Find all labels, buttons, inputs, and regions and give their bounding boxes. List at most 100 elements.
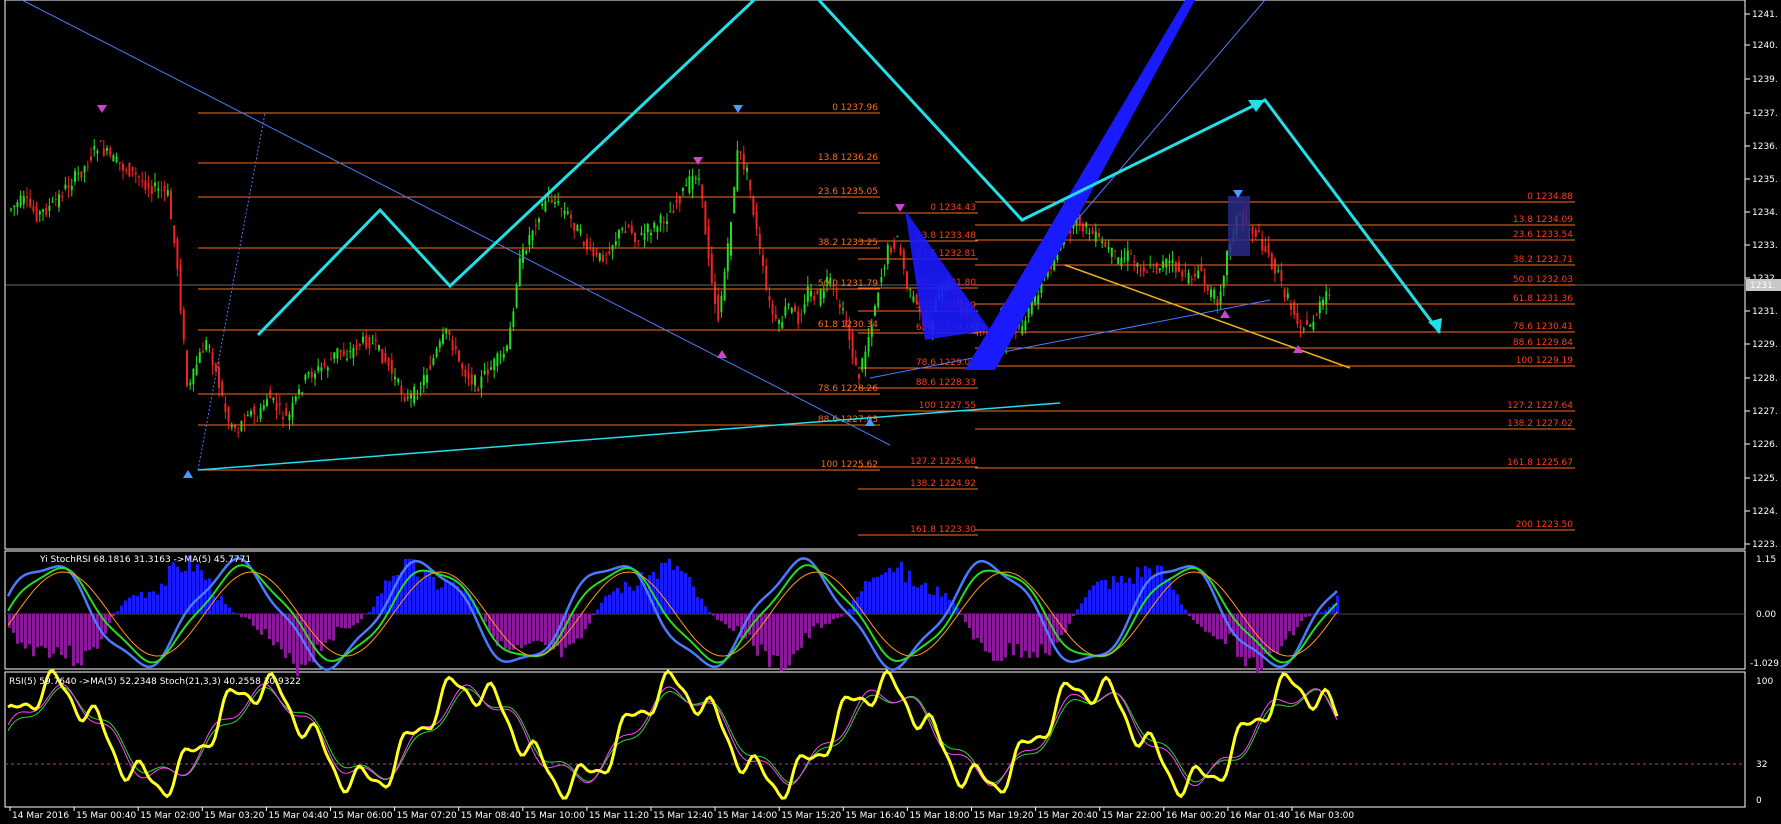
candle-body (387, 357, 390, 367)
stoch-histo-bar (268, 614, 271, 640)
time-tick-label: 15 Mar 10:00 (525, 811, 585, 821)
candle-body (1155, 262, 1158, 270)
candle-body (816, 290, 819, 295)
candle-body (608, 251, 611, 255)
stoch-histo-bar (156, 594, 159, 614)
candle-body (838, 304, 841, 308)
dotted-fib-anchor (197, 112, 266, 471)
stoch-histo-bar (192, 571, 195, 614)
candle-body (266, 399, 268, 407)
stoch-histo-bar (328, 614, 331, 640)
price-tick-label: 1223. (1752, 540, 1778, 550)
stoch-histo-bar (1016, 614, 1019, 644)
stoch-histo-bar (784, 614, 787, 669)
candle-body (1133, 260, 1136, 263)
blue-wedge-small (905, 210, 990, 340)
candle-body (883, 267, 886, 269)
candle-body (502, 354, 505, 358)
candle-body (509, 327, 512, 350)
stoch-histo-bar (1012, 614, 1015, 656)
stoch-histo-bar (1196, 614, 1199, 624)
price-tick-label: 1235. (1752, 175, 1778, 185)
candle-body (429, 365, 432, 370)
stoch-histo-bar (484, 614, 487, 622)
candle-body (806, 286, 809, 302)
stoch-histo-bar (244, 614, 247, 618)
stoch-histo-bar (680, 571, 683, 614)
candle-body (413, 386, 416, 404)
stoch-histo-bar (1084, 597, 1087, 614)
candle-body (349, 351, 352, 353)
candle-body (221, 381, 224, 396)
stoch-histo-bar (260, 614, 263, 635)
stoch-histo-bar (892, 572, 895, 614)
price-tick-label: 1241. (1752, 10, 1778, 20)
candle-body (691, 175, 694, 190)
candle-body (570, 214, 572, 219)
stoch-histo-bar (980, 614, 983, 643)
fib2-label: 161.8 1223.30 (910, 525, 976, 535)
candle-body (278, 403, 281, 406)
candle-body (1194, 274, 1196, 277)
candle-body (246, 415, 249, 417)
candle-body (1171, 259, 1174, 263)
stoch-histo-bar (592, 614, 595, 616)
fib3-label: 138.2 1227.02 (1507, 419, 1573, 429)
stoch-histo-bar (1172, 589, 1175, 614)
time-tick-label: 15 Mar 15:20 (781, 811, 841, 821)
time-tick-label: 15 Mar 04:40 (268, 811, 328, 821)
candle-body (173, 225, 176, 244)
stoch-histo-bar (988, 614, 991, 653)
candle-body (704, 201, 707, 235)
candle-body (1264, 245, 1267, 252)
candle-body (378, 344, 380, 351)
candle-body (672, 210, 675, 213)
candle-body (621, 228, 624, 230)
candle-body (1158, 268, 1161, 271)
candle-body (877, 292, 880, 307)
stoch-histo-bar (1020, 614, 1023, 658)
time-tick-label: 15 Mar 16:40 (845, 811, 905, 821)
stoch-histo-bar (524, 614, 527, 645)
fib1-label: 100 1225.62 (821, 460, 878, 470)
stoch-histo-bar (768, 614, 771, 668)
candle-body (525, 250, 528, 254)
stoch-histo-bar (1300, 614, 1303, 621)
time-tick-label: 15 Mar 12:40 (653, 811, 713, 821)
candle-body (730, 222, 732, 256)
fractal-down-arrow-icon (733, 105, 743, 113)
stoch-histo-bar (1088, 590, 1091, 614)
fib3-label: 61.8 1231.36 (1513, 294, 1573, 304)
candle-body (342, 350, 345, 356)
fib3-label: 100 1229.19 (1516, 356, 1574, 366)
stoch-histo-bar (580, 614, 583, 639)
candle-body (538, 218, 540, 223)
stoch-histo-bar (912, 585, 915, 614)
fib-set-3: 0 1234.88 13.8 1234.09 23.6 1233.54 38.2 12… (975, 192, 1575, 531)
candle-body (490, 367, 492, 370)
candle-body (899, 247, 902, 255)
candle-body (77, 173, 80, 175)
rsi-magenta-line (7, 683, 1338, 787)
stoch-histo-bar (676, 566, 679, 614)
stoch-histo-bar (340, 614, 343, 628)
stoch-histo-bar (24, 614, 27, 649)
price-axis: 1241. 1240. 1239. 1237. 1236. 1235. 1234. 1233.… (1745, 10, 1781, 550)
candle-body (1107, 247, 1110, 250)
stoch-histo-bar (64, 614, 67, 659)
stoch-histo-bar (724, 614, 727, 625)
candle-body (736, 150, 739, 191)
stoch-histo-bar (588, 614, 591, 624)
candle-body (211, 351, 214, 366)
candle-body (131, 166, 134, 171)
rsi-panel-title: RSI(5) 59.7640 ->MA(5) 52.2348 Stoch(21,… (9, 677, 301, 687)
candle-body (790, 307, 793, 313)
candle-body (1165, 259, 1168, 268)
price-tick-label: 1227. (1752, 407, 1778, 417)
candle-body (451, 339, 454, 351)
fib3-label: 23.6 1233.54 (1513, 230, 1573, 240)
price-tick-label: 1237. (1752, 109, 1778, 119)
stoch-histo-bar (280, 614, 283, 650)
stoch-histo-bar (604, 596, 607, 614)
candle-body (125, 169, 128, 171)
